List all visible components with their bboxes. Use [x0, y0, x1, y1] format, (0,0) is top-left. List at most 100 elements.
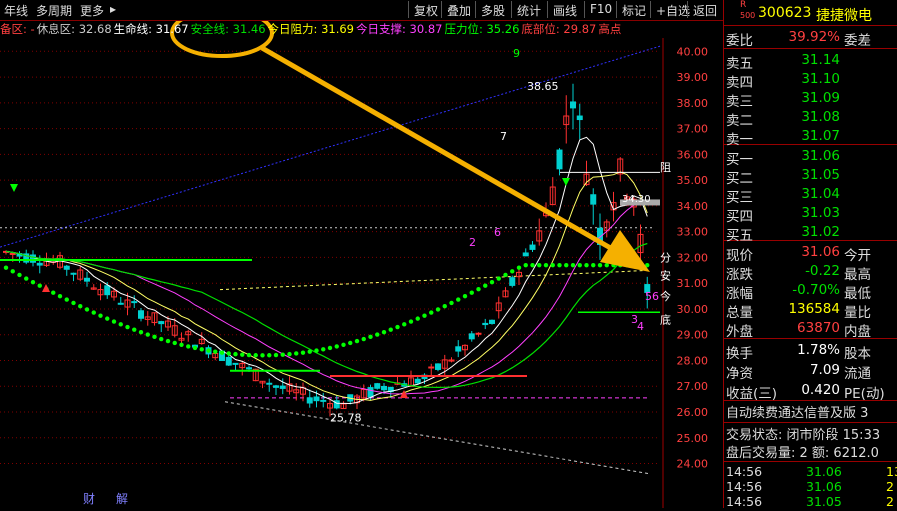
lifeline-dot [125, 324, 130, 330]
toolbar-tab-1[interactable]: 多周期 [36, 2, 72, 19]
lifeline-dot [375, 332, 380, 337]
candle-body [468, 333, 475, 340]
high-label: 38.65 [527, 80, 559, 93]
lifeline-dot [550, 262, 555, 268]
lifeline-dot [354, 338, 360, 344]
lifeline-dot [240, 352, 245, 357]
candle-body [246, 367, 252, 370]
stat-row-value: 31.06 [801, 244, 840, 260]
tick-price: 31.06 [806, 464, 842, 479]
bid-row-value: 31.05 [801, 167, 840, 183]
low-label: 25.78 [330, 412, 362, 425]
candle-body [84, 277, 90, 282]
lifeline-dot [3, 265, 9, 270]
lifeline-dot [233, 351, 238, 357]
lifeline-dot [516, 265, 522, 270]
lifeline-dot [84, 307, 90, 312]
count-label-9: 9 [513, 47, 520, 60]
highlight-arrow-line [260, 45, 616, 253]
tick-price: 31.05 [806, 494, 842, 509]
trade-status: 交易状态: 闭市阶段 15:33 [726, 428, 881, 443]
toolbar-tab-0[interactable]: 年线 [4, 2, 28, 19]
stat2-row-label: 收益(三) [726, 386, 778, 402]
ask-row-4: 卖一 31.07 [724, 125, 897, 148]
toolbar-button-3[interactable]: 统计 [511, 1, 546, 18]
sell-signal-icon [10, 184, 18, 192]
lifeline-dot [442, 304, 447, 309]
annotation-0: 阻 [660, 161, 671, 174]
lifeline-dot [165, 338, 171, 344]
indicator-0: 备区: - [0, 22, 35, 36]
lifeline-dot [57, 293, 63, 299]
more-arrow-icon[interactable]: ▸ [110, 2, 116, 16]
lifeline-dot [408, 319, 414, 324]
lifeline-dot [273, 352, 279, 358]
toolbar-button-2[interactable]: 多股 [475, 1, 510, 18]
lifeline-dot [111, 319, 117, 324]
lifeline-dot [381, 329, 387, 335]
indicator-1: 休息区: 32.68 [36, 22, 112, 36]
stock-name: 捷捷微电 [816, 8, 872, 24]
candle-body [435, 363, 441, 370]
lifeline-dot [260, 353, 265, 358]
lifeline-dot [584, 262, 589, 268]
quote-panel: R 500 300623 捷捷微电 委比 39.92% 委差 自动续费通达信普及… [723, 0, 897, 511]
lifeline-dot [179, 342, 184, 347]
indicator-4: 今日阻力: 31.69 [267, 22, 354, 36]
lifeline-dot [10, 269, 15, 274]
index-badge: 500 [740, 11, 756, 20]
candle-body [475, 332, 482, 335]
lifeline-dot [172, 340, 177, 346]
candle-body [104, 285, 111, 296]
lifeline-dot [294, 351, 299, 356]
candle-body [570, 101, 576, 109]
lifeline-dot [192, 345, 198, 351]
lifeline-dot [321, 347, 326, 352]
r-badge: R [740, 0, 747, 10]
indicator-6: 压力位: 35.26 [444, 22, 520, 36]
tick-time: 14:56 [726, 464, 763, 479]
lifeline-dot [469, 290, 474, 295]
candle-body [522, 252, 529, 257]
count-label-6: 6 [494, 226, 501, 239]
lifeline-dot [449, 300, 454, 306]
y-tick-label: 26.00 [677, 406, 709, 419]
tick-row: 14:56 31.05 2 [724, 493, 897, 511]
stat-row-value: -0.70% [792, 282, 840, 298]
y-tick-label: 28.00 [677, 354, 709, 367]
ma10-line [5, 171, 648, 401]
lifeline-dot [402, 322, 407, 327]
kline-chart[interactable]: 40.00 39.00 38.00 37.00 36.00 35.00 34.00 33.00… [0, 0, 723, 508]
toolbar-button-5[interactable]: F10 [584, 1, 617, 18]
candle-body [529, 244, 536, 250]
weibi-value: 39.92% [788, 29, 840, 45]
stat2-row-1: 净资 7.09 流通 [724, 359, 897, 382]
candle-body [266, 382, 273, 385]
stat-row-value: 63870 [797, 320, 840, 336]
toolbar-tab-2[interactable]: 更多 [80, 2, 104, 19]
indicator-7: 底部位: 29.87 [521, 22, 597, 36]
toolbar-button-0[interactable]: 复权 [408, 1, 443, 18]
candle-body [576, 115, 583, 121]
lifeline-dot [219, 350, 225, 355]
toolbar-button-6[interactable]: 标记 [616, 1, 651, 18]
annotation-2: 安 [660, 268, 671, 282]
stat2-row-label2: PE(动) [844, 386, 885, 402]
lifeline-dot [267, 353, 272, 358]
annotation-1: 分 [660, 251, 671, 264]
toolbar-button-1[interactable]: 叠加 [441, 1, 476, 18]
lifeline-dot [118, 322, 123, 327]
candle-body [509, 277, 516, 286]
count-label-2: 2 [469, 236, 476, 249]
candle-body [455, 346, 462, 352]
candle-body [306, 397, 313, 404]
toolbar-button-8[interactable]: 返回 [687, 1, 722, 18]
lifeline-dot [456, 297, 461, 302]
y-tick-label: 34.00 [677, 200, 709, 213]
lifeline-dot [597, 262, 603, 268]
tick-price: 31.06 [806, 479, 842, 494]
lifeline-dot [287, 351, 292, 357]
toolbar-button-4[interactable]: 画线 [547, 1, 582, 18]
tick-volume: 2 [886, 494, 894, 509]
marquee-text: 自动续费通达信普及版 3 [726, 406, 869, 421]
